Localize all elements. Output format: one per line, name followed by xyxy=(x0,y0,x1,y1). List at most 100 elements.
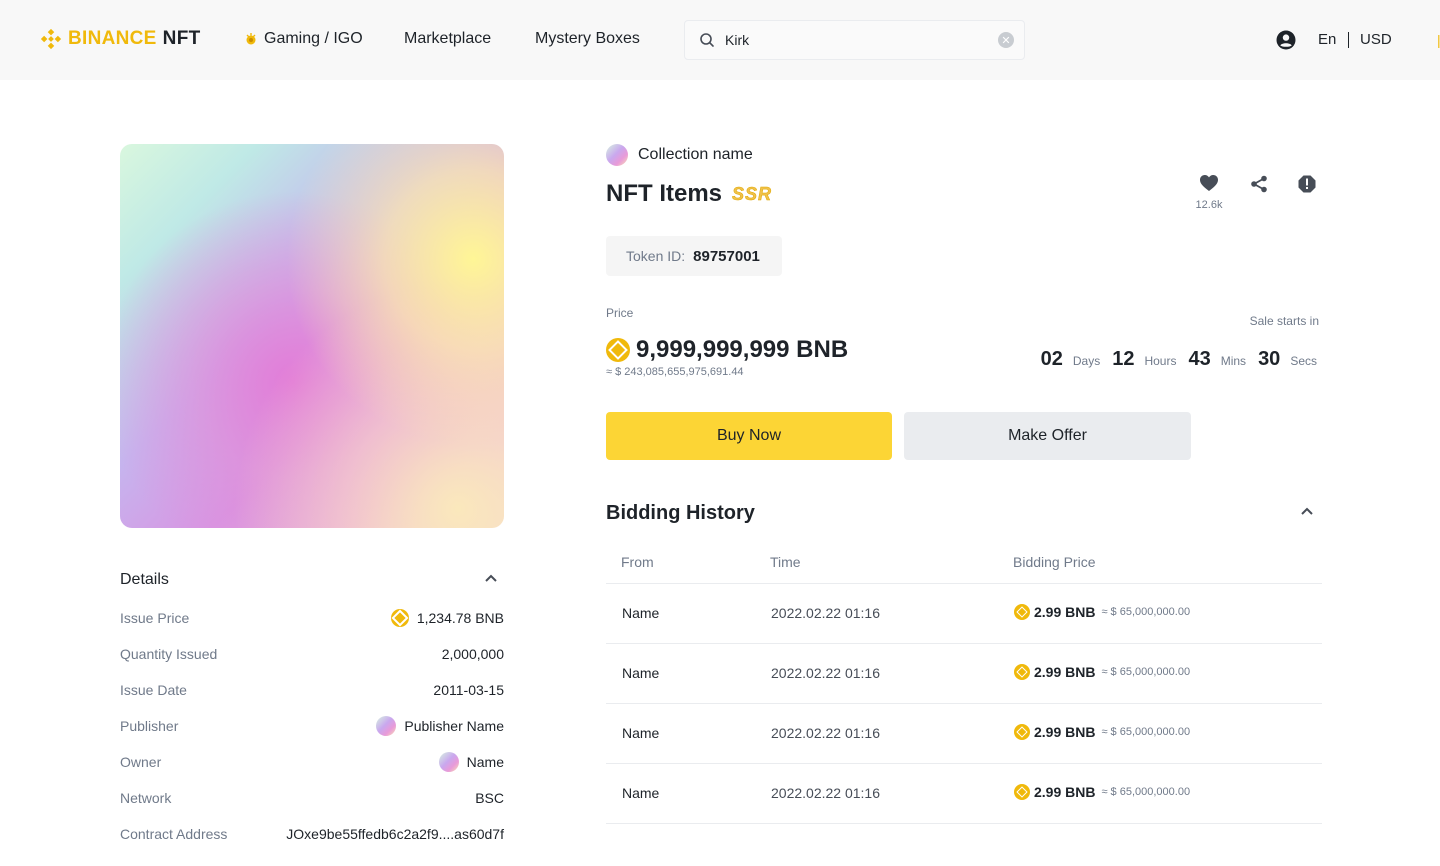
detail-label: Issue Date xyxy=(120,682,187,698)
sale-starts-label: Sale starts in xyxy=(1249,314,1319,328)
bid-usd: ≈ $ 65,000,000.00 xyxy=(1101,726,1191,738)
bid-price: 2.99 BNB xyxy=(1034,784,1096,800)
table-row: Name 2022.02.22 01:16 2.99 BNB ≈ $ 65,000… xyxy=(606,764,1322,824)
nav-gaming-label: Gaming / IGO xyxy=(264,30,363,47)
countdown-mins: 43 xyxy=(1188,348,1211,370)
binance-logo-icon xyxy=(40,28,62,50)
bid-time: 2022.02.22 01:16 xyxy=(771,785,880,801)
search-icon xyxy=(700,33,714,47)
details-heading: Details xyxy=(120,571,169,588)
countdown-secs-unit: Secs xyxy=(1290,354,1317,368)
detail-row-owner: Owner Name xyxy=(120,752,504,772)
countdown-days-unit: Days xyxy=(1072,354,1101,368)
avatar xyxy=(376,716,397,736)
detail-label: Contract Address xyxy=(120,826,228,842)
nav-mystery-boxes[interactable]: Mystery Boxes xyxy=(535,30,640,48)
bid-from[interactable]: Name xyxy=(622,605,659,621)
rarity-badge: SSR xyxy=(732,183,773,204)
bid-price: 2.99 BNB xyxy=(1034,724,1096,740)
bidding-table-header: From Time Bidding Price xyxy=(606,546,1322,584)
countdown-secs: 30 xyxy=(1258,348,1281,370)
make-offer-button[interactable]: Make Offer xyxy=(904,412,1191,460)
language-selector[interactable]: En xyxy=(1318,31,1336,48)
countdown-mins-unit: Mins xyxy=(1220,354,1247,368)
detail-row-quantity: Quantity Issued 2,000,000 xyxy=(120,644,504,664)
currency-selector[interactable]: USD xyxy=(1360,31,1392,48)
gaming-icon xyxy=(246,33,256,45)
buy-now-button[interactable]: Buy Now xyxy=(606,412,892,460)
detail-value: 1,234.78 BNB xyxy=(416,610,504,626)
detail-row-issue-price: Issue Price 1,234.78 BNB xyxy=(120,608,504,628)
detail-label: Quantity Issued xyxy=(120,646,218,662)
collection-avatar xyxy=(606,144,628,166)
token-id-box: Token ID: 89757001 xyxy=(606,236,782,276)
avatar xyxy=(438,752,459,772)
countdown-days: 02 xyxy=(1040,348,1063,370)
detail-value: 2,000,000 xyxy=(441,646,504,662)
bid-time: 2022.02.22 01:16 xyxy=(771,605,880,621)
user-icon[interactable] xyxy=(1276,30,1296,50)
table-row: Name 2022.02.22 01:16 2.99 BNB ≈ $ 65,000… xyxy=(606,644,1322,704)
collection-link[interactable]: Collection name xyxy=(606,144,753,166)
bid-from[interactable]: Name xyxy=(622,785,659,801)
detail-label: Issue Price xyxy=(120,610,190,626)
bid-price: 2.99 BNB xyxy=(1034,604,1096,620)
detail-row-contract: Contract Address JOxe9be55ffedb6c2a2f9..… xyxy=(120,824,504,844)
detail-label: Publisher xyxy=(120,718,179,734)
chevron-up-icon[interactable] xyxy=(1300,506,1314,516)
detail-label: Owner xyxy=(120,754,162,770)
heart-icon xyxy=(1200,175,1218,191)
chevron-up-icon[interactable] xyxy=(484,573,498,583)
bid-from[interactable]: Name xyxy=(622,725,659,741)
owner-link[interactable]: Name xyxy=(438,752,504,772)
detail-value: Name xyxy=(466,754,504,770)
column-header-from: From xyxy=(621,554,654,570)
bnb-coin-icon xyxy=(390,609,409,627)
bid-usd: ≈ $ 65,000,000.00 xyxy=(1101,606,1191,618)
bnb-coin-icon xyxy=(1014,724,1030,740)
detail-value: 2011-03-15 xyxy=(433,682,504,698)
token-id-label: Token ID: xyxy=(626,248,686,264)
bid-price: 2.99 BNB xyxy=(1034,664,1096,680)
nft-artwork-image[interactable] xyxy=(120,144,504,528)
detail-row-network: Network BSC xyxy=(120,788,504,808)
collection-name: Collection name xyxy=(638,146,753,163)
binance-nft-logo[interactable]: BINANCE NFT xyxy=(40,28,201,50)
contract-address-link[interactable]: JOxe9be55ffedb6c2a2f9....as60d7f xyxy=(286,826,504,842)
clear-icon[interactable]: ✕ xyxy=(998,32,1014,48)
countdown-hours: 12 xyxy=(1112,348,1135,370)
table-row: Name 2022.02.22 01:16 2.99 BNB ≈ $ 65,000… xyxy=(606,584,1322,644)
detail-row-publisher: Publisher Publisher Name xyxy=(120,716,504,736)
header-divider xyxy=(1348,32,1349,48)
nav-gaming[interactable]: Gaming / IGO xyxy=(244,30,363,48)
detail-row-issue-date: Issue Date 2011-03-15 xyxy=(120,680,504,700)
bidding-history-heading: Bidding History xyxy=(606,502,755,524)
bnb-coin-icon xyxy=(1014,784,1030,800)
token-id-value: 89757001 xyxy=(693,247,760,265)
report-icon[interactable] xyxy=(1298,175,1316,193)
price-usd: ≈ $ 243,085,655,975,691.44 xyxy=(606,366,744,378)
favorite-button[interactable]: 12.6k xyxy=(1194,174,1224,211)
item-name: NFT Items xyxy=(606,180,723,207)
price-amount: 9,999,999,999 BNB xyxy=(636,336,849,363)
detail-label: Network xyxy=(120,790,172,806)
bid-usd: ≈ $ 65,000,000.00 xyxy=(1101,666,1191,678)
favorite-count: 12.6k xyxy=(1195,199,1223,211)
column-header-price: Bidding Price xyxy=(1013,554,1096,570)
logo-brand: BINANCE xyxy=(68,28,157,49)
detail-value: Publisher Name xyxy=(404,718,504,734)
countdown-timer: 02 Days 12 Hours 43 Mins 30 Secs xyxy=(1041,348,1319,371)
share-icon[interactable] xyxy=(1250,175,1268,193)
search-box[interactable]: | ✕ xyxy=(684,20,1440,60)
publisher-link[interactable]: Publisher Name xyxy=(376,716,504,736)
bid-from[interactable]: Name xyxy=(622,665,659,681)
bid-time: 2022.02.22 01:16 xyxy=(771,725,880,741)
bnb-coin-icon xyxy=(606,338,630,362)
column-header-time: Time xyxy=(770,554,801,570)
price-value: 9,999,999,999 BNB xyxy=(606,336,848,364)
item-title: NFT Items SSR xyxy=(606,180,772,208)
countdown-hours-unit: Hours xyxy=(1144,354,1177,368)
nav-marketplace[interactable]: Marketplace xyxy=(404,30,491,48)
search-input[interactable] xyxy=(725,32,998,48)
table-row: Name 2022.02.22 01:16 2.99 BNB ≈ $ 65,000… xyxy=(606,704,1322,764)
